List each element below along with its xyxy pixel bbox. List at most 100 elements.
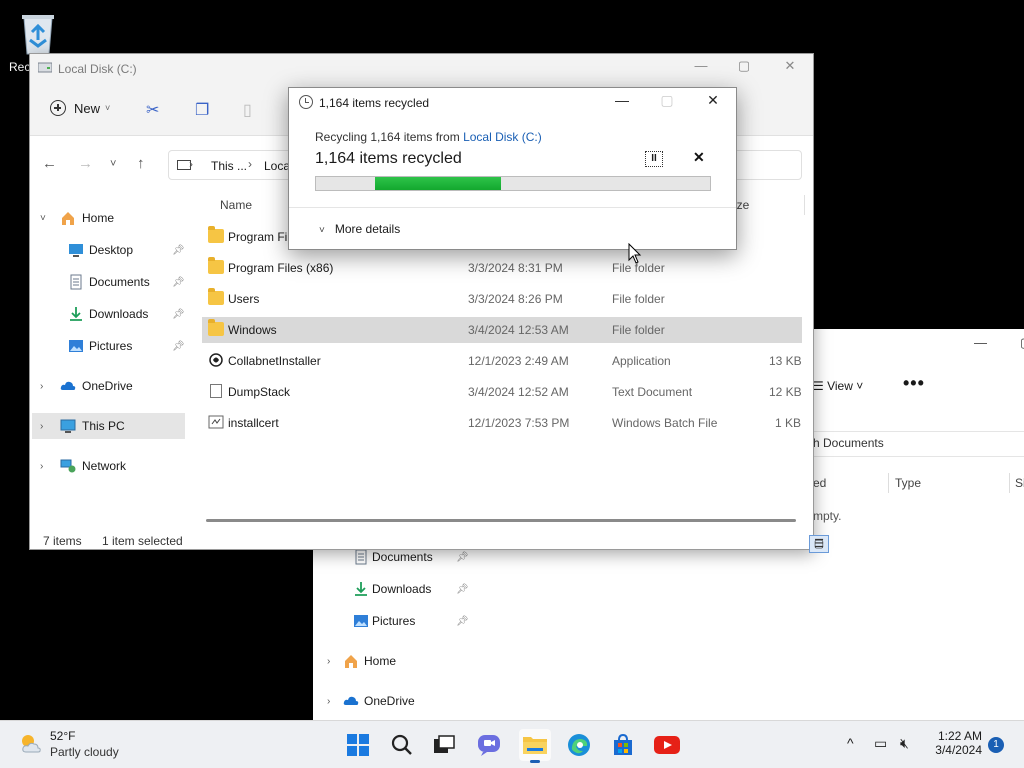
col-type-header[interactable]: Type — [895, 476, 921, 490]
notification-badge[interactable]: 1 — [988, 737, 1004, 753]
close-button[interactable]: ✕ — [778, 58, 802, 74]
col-name-header[interactable]: Name — [220, 198, 252, 212]
task-view-icon — [434, 735, 455, 753]
maximize-button[interactable]: ▢ — [732, 58, 756, 74]
recycle-bin-label: Rec — [9, 60, 31, 74]
expand-chevron-icon[interactable]: › — [40, 421, 43, 432]
up-arrow-icon[interactable]: ↑ — [137, 155, 145, 172]
file-row[interactable]: installcert 12/1/2023 7:53 PM Windows Ba… — [202, 410, 802, 436]
search-input[interactable] — [730, 150, 802, 180]
nav-item-label: Home — [364, 654, 397, 668]
nav-item-onedrive[interactable]: › OneDrive — [313, 688, 513, 714]
file-row[interactable]: Program Files (x86) 3/3/2024 8:31 PM Fil… — [202, 255, 802, 281]
maximize-button[interactable]: ▢ — [652, 92, 682, 109]
sidebar-item-network[interactable]: › Network — [32, 453, 188, 479]
col-modified-header[interactable]: ed — [813, 476, 826, 490]
pin-icon: 📌︎ — [456, 583, 469, 595]
folder-icon — [208, 288, 224, 305]
background-window-controls: — ▢ — [924, 329, 1024, 359]
sidebar-item-label: This PC — [82, 419, 125, 433]
more-details-button[interactable]: ˅ More details — [319, 222, 400, 236]
copy-icon[interactable]: ❐ — [195, 100, 209, 120]
volume-muted-icon[interactable]: 🔇︎ — [900, 735, 909, 752]
search-icon — [391, 734, 412, 755]
sidebar-item-home[interactable]: ˅ Home — [32, 205, 188, 231]
minimize-icon[interactable]: — — [974, 335, 987, 350]
weather-temperature: 52°F — [50, 729, 76, 743]
back-arrow-icon[interactable]: ← — [42, 155, 57, 172]
file-row-selected[interactable]: Windows 3/4/2024 12:53 AM File folder — [202, 317, 802, 343]
pause-button[interactable]: II — [645, 151, 663, 167]
network-status-icon[interactable]: ▭ — [874, 735, 887, 752]
sidebar-item-onedrive[interactable]: › OneDrive — [32, 373, 188, 399]
file-date: 12/1/2023 2:49 AM — [468, 354, 569, 368]
new-button[interactable]: New ˅ — [50, 100, 110, 116]
tiles-view-icon[interactable]: ▢ — [809, 535, 829, 553]
recycle-bin-icon — [22, 15, 54, 55]
nav-item-downloads[interactable]: Downloads 📌︎ — [313, 576, 513, 602]
start-icon — [347, 734, 369, 756]
file-row[interactable]: Users 3/3/2024 8:26 PM File folder — [202, 286, 802, 312]
show-hidden-icons-chevron-icon[interactable]: ^ — [847, 735, 854, 751]
chat-button[interactable] — [473, 729, 505, 761]
breadcrumb-this-pc[interactable]: This ... — [211, 159, 247, 173]
dialog-title-bar[interactable]: 1,164 items recycled — ▢ ✕ — [289, 88, 736, 116]
file-name: CollabnetInstaller — [228, 354, 321, 368]
sidebar-item-desktop[interactable]: Desktop 📌︎ — [32, 237, 188, 263]
expand-chevron-icon[interactable]: › — [327, 696, 330, 707]
status-bar: 7 items 1 item selected ☰ ▢ — [30, 531, 829, 553]
recycle-progress-dialog[interactable]: 1,164 items recycled — ▢ ✕ Recycling 1,1… — [288, 87, 737, 250]
sidebar-item-documents[interactable]: Documents 📌︎ — [32, 269, 188, 295]
paste-icon[interactable]: ▯ — [243, 100, 252, 120]
file-type: File folder — [612, 323, 665, 337]
file-size: 1 KB — [775, 416, 802, 430]
file-explorer-taskbar-button[interactable] — [519, 729, 551, 763]
close-button[interactable]: ✕ — [698, 92, 728, 109]
youtube-button[interactable] — [651, 729, 683, 761]
forward-arrow-icon[interactable]: → — [78, 155, 93, 172]
expand-chevron-icon[interactable]: › — [40, 461, 43, 472]
source-link[interactable]: Local Disk (C:) — [463, 130, 542, 144]
file-row[interactable]: CollabnetInstaller 12/1/2023 2:49 AM App… — [202, 348, 802, 374]
minimize-button[interactable]: — — [689, 58, 713, 73]
cancel-button[interactable]: ✕ — [693, 149, 705, 166]
folder-icon — [208, 257, 224, 274]
recent-locations-chevron-icon[interactable]: ˅ — [110, 158, 116, 170]
file-type: Windows Batch File — [612, 416, 718, 430]
maximize-icon[interactable]: ▢ — [1020, 335, 1024, 351]
edge-button[interactable] — [563, 729, 595, 761]
cut-icon[interactable]: ✂ — [146, 100, 159, 120]
file-row[interactable]: DumpStack 3/4/2024 12:52 AM Text Documen… — [202, 379, 802, 405]
drive-icon — [38, 62, 52, 73]
nav-item-label: Pictures — [372, 614, 416, 628]
system-clock[interactable]: 1:22 AM 3/4/2024 — [928, 729, 982, 757]
sidebar-item-downloads[interactable]: Downloads 📌︎ — [32, 301, 188, 327]
store-button[interactable] — [607, 729, 639, 761]
breadcrumb-local-disk[interactable]: Loca — [264, 159, 290, 173]
nav-item-pictures[interactable]: Pictures 📌︎ — [313, 608, 513, 634]
more-options-button[interactable]: ••• — [903, 373, 925, 394]
sidebar-item-label: Documents — [89, 275, 150, 289]
onedrive-icon — [60, 381, 76, 390]
title-bar[interactable]: Local Disk (C:) — ▢ ✕ — [30, 54, 813, 84]
empty-folder-message: mpty. — [813, 509, 842, 523]
horizontal-scrollbar[interactable] — [206, 519, 796, 522]
file-date: 3/3/2024 8:31 PM — [468, 261, 563, 275]
collapse-chevron-icon[interactable]: ˅ — [40, 213, 46, 224]
dialog-title: 1,164 items recycled — [319, 96, 430, 110]
col-size-header[interactable]: Si — [1015, 476, 1024, 490]
nav-item-label: OneDrive — [364, 694, 415, 708]
start-button[interactable] — [342, 729, 374, 761]
view-button[interactable]: ☰ View ˅ — [813, 379, 863, 393]
task-view-button[interactable] — [428, 729, 460, 761]
background-address-bar[interactable]: h Documents — [813, 431, 1024, 457]
expand-chevron-icon[interactable]: › — [327, 656, 330, 667]
sidebar-item-this-pc[interactable]: › This PC — [32, 413, 185, 439]
file-name: Windows — [228, 323, 277, 337]
search-button[interactable] — [386, 729, 418, 761]
expand-chevron-icon[interactable]: › — [40, 381, 43, 392]
minimize-button[interactable]: — — [607, 92, 637, 108]
sidebar-item-pictures[interactable]: Pictures 📌︎ — [32, 333, 188, 359]
nav-item-home[interactable]: › Home — [313, 648, 513, 674]
home-icon — [62, 212, 74, 225]
